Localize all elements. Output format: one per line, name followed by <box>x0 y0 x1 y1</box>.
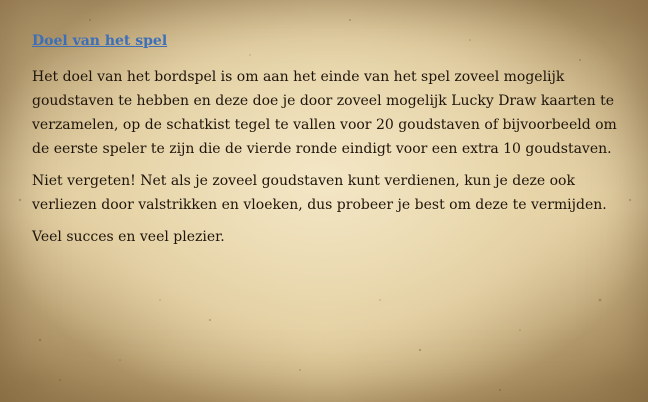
rules-paragraph-warning: Niet vergeten! Net als je zoveel goudsta… <box>32 173 607 213</box>
rules-paragraph-goal: Het doel van het bordspel is om aan het … <box>32 69 617 157</box>
rules-paragraph-wish: Veel succes en veel plezier. <box>32 229 225 245</box>
goal-title-link[interactable]: Doel van het spel <box>32 33 167 49</box>
game-rules-panel: Doel van het spel Het doel van het bords… <box>32 30 628 257</box>
